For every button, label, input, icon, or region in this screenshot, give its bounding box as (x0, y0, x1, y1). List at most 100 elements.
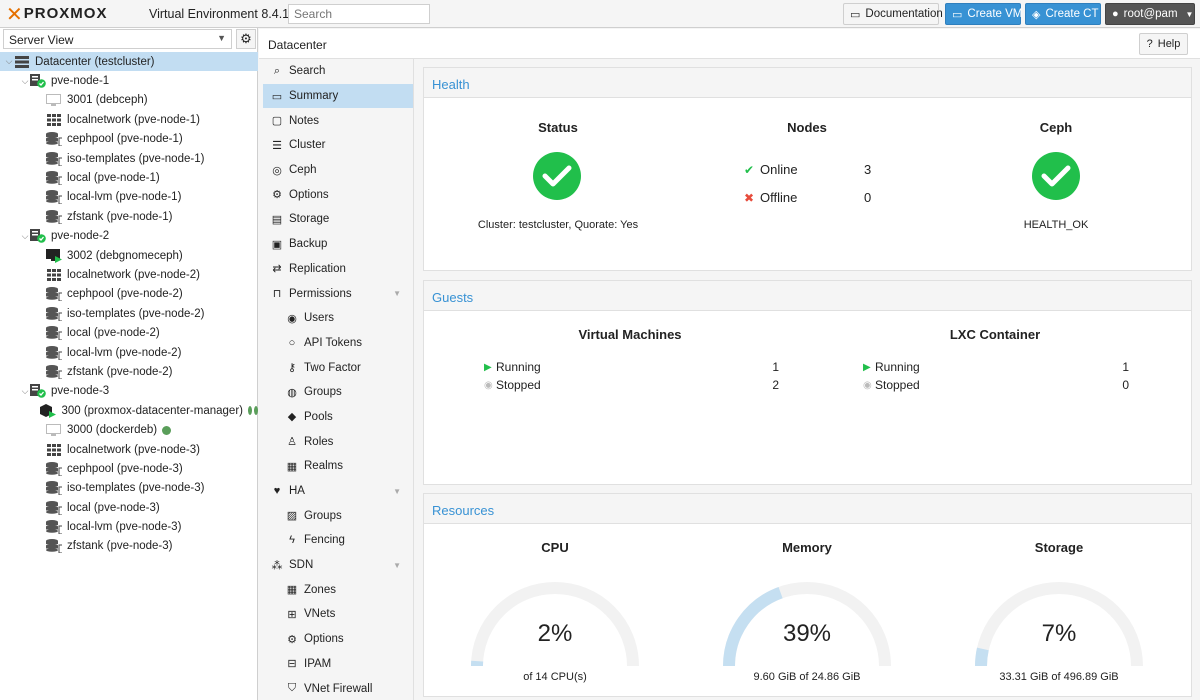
tree-node[interactable]: cephpool (pve-node-1) (0, 130, 258, 149)
object-group-icon: ▨ (286, 510, 298, 523)
menu-item-ha[interactable]: ♥ HA ▼ (263, 479, 413, 504)
menu-item-two-factor[interactable]: ⚷ Two Factor (263, 355, 413, 380)
menu-item-label: HA (289, 485, 305, 498)
tree-node[interactable]: zfstank (pve-node-1) (0, 207, 258, 226)
tree-node-label: local-lvm (pve-node-1) (67, 191, 182, 204)
tree-node[interactable]: localnetwork (pve-node-1) (0, 110, 258, 129)
tree-node[interactable]: ⌵ pve-node-2 (0, 227, 258, 246)
menu-item-api-tokens[interactable]: ○ API Tokens (263, 331, 413, 356)
vms-stopped-count: 2 (772, 378, 779, 392)
logo-text: PROXMOX (23, 5, 108, 22)
chevron-down-icon[interactable]: ⌵ (4, 56, 14, 67)
menu-item-roles[interactable]: ♙ Roles (263, 429, 413, 454)
gear-icon: ⚙ (240, 31, 252, 46)
menu-item-pools[interactable]: ◆ Pools (263, 405, 413, 430)
page-title: Datacenter (268, 38, 327, 52)
tree-node[interactable]: iso-templates (pve-node-1) (0, 149, 258, 168)
tree-settings-button[interactable]: ⚙ (236, 29, 256, 49)
menu-item-fencing[interactable]: ϟ Fencing (263, 528, 413, 553)
help-button[interactable]: ? Help (1139, 33, 1188, 55)
chevron-down-icon[interactable]: ⌵ (20, 386, 30, 397)
menu-item-vnet-firewall[interactable]: ⛉ VNet Firewall (263, 676, 413, 700)
menu-item-options[interactable]: ⚙ Options (263, 182, 413, 207)
ceph-health-text: HEALTH_OK (1023, 219, 1089, 231)
tree-node[interactable]: 3000 (dockerdeb) (0, 420, 258, 439)
menu-item-notes[interactable]: ▢ Notes (263, 108, 413, 133)
menu-item-storage[interactable]: ▤ Storage (263, 207, 413, 232)
datacenter-menu: ⌕ Search ▭ Summary ▢ Notes ☰ Cluster ◎ Ceph ⚙ Optio… (263, 59, 414, 700)
chevron-down-icon[interactable]: ⌵ (20, 76, 30, 87)
tags-icon: ◆ (287, 411, 297, 424)
chevron-down-icon[interactable]: ▼ (393, 487, 401, 496)
menu-item-cluster[interactable]: ☰ Cluster (263, 133, 413, 158)
tree-node[interactable]: local-lvm (pve-node-3) (0, 517, 258, 536)
menu-item-backup[interactable]: ▣ Backup (263, 232, 413, 257)
tree-node[interactable]: iso-templates (pve-node-3) (0, 479, 258, 498)
menu-item-permissions[interactable]: ⊓ Permissions ▼ (263, 281, 413, 306)
menu-item-groups[interactable]: ▨ Groups (263, 503, 413, 528)
ceph-ok-icon (1032, 152, 1080, 200)
cube-icon: ◈ (1032, 8, 1041, 21)
menu-item-summary[interactable]: ▭ Summary (263, 83, 413, 109)
user-outline-icon: ○ (288, 336, 296, 349)
menu-item-ipam[interactable]: ⊟ IPAM (263, 652, 413, 677)
tree-node[interactable]: local-lvm (pve-node-1) (0, 188, 258, 207)
male-icon: ♙ (287, 436, 297, 449)
tree-node[interactable]: localnetwork (pve-node-3) (0, 440, 258, 459)
tree-node-label: localnetwork (pve-node-1) (67, 113, 200, 126)
cpu-title: CPU (541, 540, 569, 555)
menu-item-ceph[interactable]: ◎ Ceph (263, 158, 413, 183)
storage-icon (46, 500, 62, 515)
tree-node[interactable]: local-lvm (pve-node-2) (0, 343, 258, 362)
menu-item-users[interactable]: ◉ Users (263, 306, 413, 331)
menu-item-zones[interactable]: ▦ Zones (263, 577, 413, 602)
tree-node[interactable]: local (pve-node-3) (0, 498, 258, 517)
tree-node[interactable]: localnetwork (pve-node-2) (0, 265, 258, 284)
tree-node[interactable]: local (pve-node-1) (0, 168, 258, 187)
ipam-icon: ⊟ (287, 658, 297, 671)
chevron-down-icon[interactable]: ▼ (393, 561, 401, 570)
nodes-online-row: ✔ Online 3 (744, 162, 871, 177)
menu-item-realms[interactable]: ▦ Realms (263, 454, 413, 479)
tree-node[interactable]: zfstank (pve-node-2) (0, 362, 258, 381)
storage-icon (46, 364, 62, 379)
notes-icon: ▢ (271, 115, 283, 128)
menu-item-groups[interactable]: ◍ Groups (263, 380, 413, 405)
search-input[interactable] (288, 4, 430, 24)
menu-item-label: SDN (289, 559, 314, 572)
tree-node[interactable]: cephpool (pve-node-2) (0, 285, 258, 304)
tree-node[interactable]: zfstank (pve-node-3) (0, 537, 258, 556)
create-vm-button[interactable]: ▭ Create VM (945, 3, 1022, 25)
menu-item-sdn[interactable]: ⁂ SDN ▼ (263, 553, 413, 578)
proxmox-logo[interactable]: ✕ PROXMOX (6, 4, 107, 24)
tree-node[interactable]: 3001 (debceph) (0, 91, 258, 110)
menu-item-options[interactable]: ⚙ Options (263, 627, 413, 652)
menu-item-label: Pools (304, 410, 333, 423)
menu-item-label: Ceph (289, 164, 317, 177)
menu-item-replication[interactable]: ⇄ Replication (263, 257, 413, 282)
view-select[interactable]: Server View ▼ (3, 29, 232, 49)
view-select-value: Server View (9, 33, 74, 47)
tree-node-label: iso-templates (pve-node-2) (67, 307, 205, 320)
tree-node[interactable]: ⌵ pve-node-1 (0, 71, 258, 90)
tree-node[interactable]: iso-templates (pve-node-2) (0, 304, 258, 323)
tree-node[interactable]: cephpool (pve-node-3) (0, 459, 258, 478)
play-circle-icon: ▶ (484, 361, 492, 373)
storage-icon (46, 209, 62, 224)
node-online-icon (30, 74, 46, 88)
create-ct-button[interactable]: ◈ Create CT (1025, 3, 1101, 25)
documentation-button[interactable]: ▭ Documentation (843, 3, 943, 25)
desktop-icon: ▭ (952, 8, 963, 21)
tree-node[interactable]: 300 (proxmox-datacenter-manager) (0, 401, 258, 420)
tree-node[interactable]: local (pve-node-2) (0, 323, 258, 342)
menu-item-vnets[interactable]: ⊞ VNets (263, 602, 413, 627)
user-menu-button[interactable]: ● root@pam ▼ (1105, 3, 1195, 25)
menu-item-label: Options (289, 188, 329, 201)
menu-item-search[interactable]: ⌕ Search (263, 59, 413, 84)
tree-node[interactable]: ⌵ Datacenter (testcluster) (0, 52, 258, 72)
tree-node[interactable]: ⌵ pve-node-3 (0, 382, 258, 401)
tree-node-label: 3000 (dockerdeb) (67, 424, 158, 437)
tree-node[interactable]: 3002 (debgnomeceph) (0, 246, 258, 265)
chevron-down-icon[interactable]: ⌵ (20, 231, 30, 242)
chevron-down-icon[interactable]: ▼ (393, 289, 401, 298)
